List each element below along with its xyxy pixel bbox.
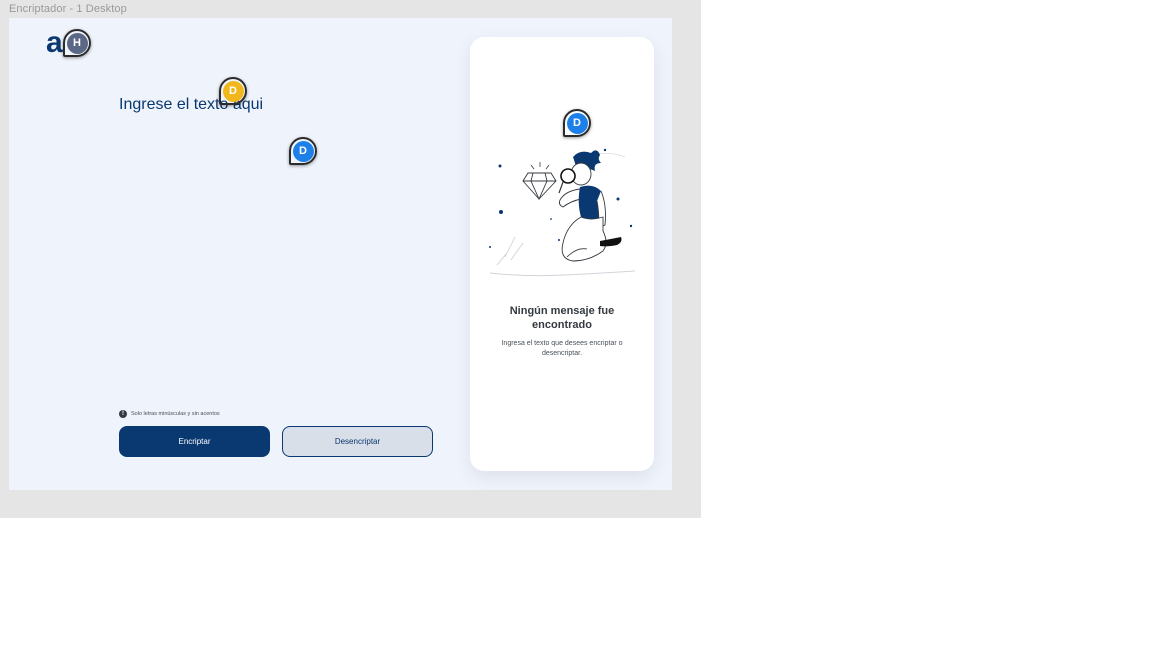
collaborator-cursor-d-yellow[interactable]: D	[219, 77, 251, 109]
output-subtitle: Ingresa el texto que desees encriptar o …	[501, 340, 623, 357]
output-title: Ningún mensaje fue encontrado	[509, 305, 615, 331]
avatar: D	[222, 80, 244, 102]
decrypt-button[interactable]: Desencriptar	[282, 426, 433, 457]
avatar: H	[66, 32, 88, 54]
avatar: D	[292, 140, 314, 162]
cursor-bubble: D	[289, 137, 317, 165]
info-icon: !	[119, 410, 127, 418]
text-input[interactable]	[119, 96, 439, 376]
no-message-illustration	[489, 148, 636, 277]
cursor-bubble: D	[219, 77, 247, 105]
collaborator-cursor-d-blue-2[interactable]: D	[563, 109, 595, 141]
avatar: D	[566, 112, 588, 134]
collaborator-cursor-d-blue[interactable]: D	[289, 137, 321, 169]
hint-text: Solo letras minúsculas y sin acentos	[131, 411, 220, 417]
logo: a	[46, 26, 63, 59]
collaborator-cursor-h[interactable]: H	[63, 29, 95, 61]
encrypt-button[interactable]: Encriptar	[119, 426, 270, 457]
frame-title[interactable]: Encriptador - 1 Desktop	[9, 3, 127, 15]
input-hint: ! Solo letras minúsculas y sin acentos	[119, 410, 220, 418]
cursor-bubble: D	[563, 109, 591, 137]
cursor-bubble: H	[63, 29, 91, 57]
output-panel: Ningún mensaje fue encontrado Ingresa el…	[470, 37, 654, 471]
